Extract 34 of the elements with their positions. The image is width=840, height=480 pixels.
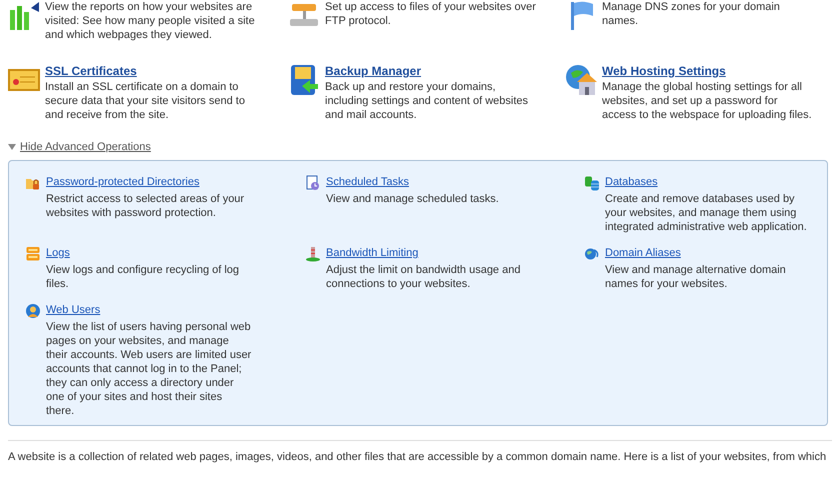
globe-house-icon: [565, 64, 597, 96]
tool-description: View the reports on how your websites are visited: See how many people visited a site and which webpages they viewed.: [45, 0, 256, 42]
tool-description: View and manage alternative domain names for your websites.: [605, 263, 787, 291]
tool-link[interactable]: Web Users: [46, 303, 253, 317]
database-icon: [584, 175, 600, 191]
tower-icon: [305, 246, 321, 262]
tool-link[interactable]: Databases: [605, 175, 812, 189]
floppy-disk-icon: [288, 64, 320, 96]
tool-description: Restrict access to selected areas of your websites with password protection.: [46, 192, 246, 220]
user-globe-icon: [25, 303, 41, 319]
tool-link[interactable]: Backup Manager: [325, 64, 537, 78]
stacked-files-icon: [25, 246, 41, 262]
tool-description: Manage the global hosting settings for all websites, and set up a password for access to the webspace for uploading files.: [602, 80, 813, 122]
tool-description: View the list of users having personal web pages on your websites, and manage their accounts. Web users are limited user accounts that cannot log in to the Panel; they can only access a directory under one of your sites and host their sites there.: [46, 320, 252, 418]
tool-link[interactable]: Logs: [46, 246, 253, 260]
calendar-clock-icon: [305, 175, 321, 191]
tool-description: Install an SSL certificate on a domain to secure data that your site visitors send to and receive from the site.: [45, 80, 246, 122]
globe-arrow-icon: [584, 246, 600, 262]
bar-chart-icon: [8, 0, 40, 32]
tool-link[interactable]: Bandwidth Limiting: [326, 246, 533, 260]
tool-link[interactable]: Domain Aliases: [605, 246, 812, 260]
tool-link[interactable]: SSL Certificates: [45, 64, 257, 78]
websites-intro-text: A website is a collection of related web pages, images, videos, and other files that are accessible by a common domain name. Here is a list of your websites, from which: [8, 451, 828, 463]
tool-description: Manage DNS zones for your domain names.: [602, 0, 781, 28]
tool-description: View logs and configure recycling of log files.: [46, 263, 240, 291]
tool-description: View and manage scheduled tasks.: [326, 192, 500, 206]
tool-description: Set up access to files of your websites over FTP protocol.: [325, 0, 537, 28]
tool-link[interactable]: Web Hosting Settings: [602, 64, 814, 78]
hide-advanced-link[interactable]: Hide Advanced Operations: [20, 141, 151, 153]
tool-link[interactable]: Scheduled Tasks: [326, 175, 533, 189]
tool-link[interactable]: Password-protected Directories: [46, 175, 253, 189]
tool-description: Back up and restore your domains, including settings and content of websites and mail accounts.: [325, 80, 530, 122]
tool-description: Create and remove databases used by your websites, and manage them using integrated administrative web application.: [605, 192, 808, 234]
tool-description: Adjust the limit on bandwidth usage and connections to your websites.: [326, 263, 522, 291]
